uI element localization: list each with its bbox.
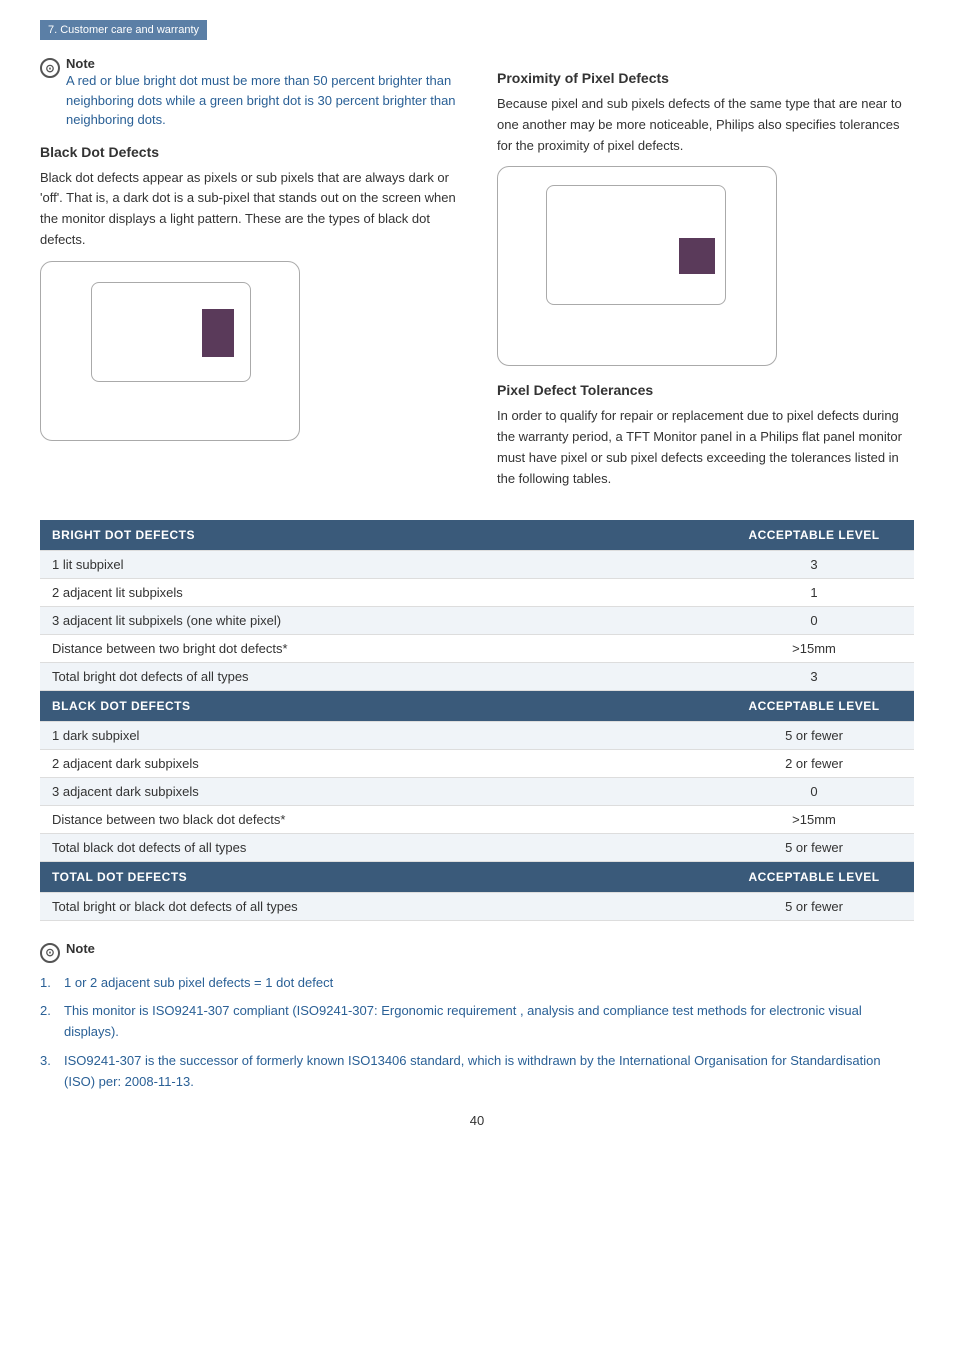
black-dot-header-row: BLACK DOT DEFECTS ACCEPTABLE LEVEL xyxy=(40,690,914,721)
black-row-4: Distance between two black dot defects* … xyxy=(40,805,914,833)
black-dot-body: Black dot defects appear as pixels or su… xyxy=(40,168,457,251)
bright-row-3-left: 3 adjacent lit subpixels (one white pixe… xyxy=(40,606,714,634)
bright-row-2: 2 adjacent lit subpixels 1 xyxy=(40,578,914,606)
black-row-1-right: 5 or fewer xyxy=(714,721,914,749)
note-list-item-3: 3. ISO9241-307 is the successor of forme… xyxy=(40,1051,914,1093)
note-top-text: A red or blue bright dot must be more th… xyxy=(66,73,456,127)
total-row-1: Total bright or black dot defects of all… xyxy=(40,892,914,920)
black-row-4-left: Distance between two black dot defects* xyxy=(40,805,714,833)
pixel-tolerances-heading: Pixel Defect Tolerances xyxy=(497,382,914,398)
bright-row-4-left: Distance between two bright dot defects* xyxy=(40,634,714,662)
left-diagram-box xyxy=(40,261,300,441)
note-bottom-list: 1. 1 or 2 adjacent sub pixel defects = 1… xyxy=(40,973,914,1093)
black-row-3-right: 0 xyxy=(714,777,914,805)
bright-dot-header-left: BRIGHT DOT DEFECTS xyxy=(40,520,714,551)
total-row-1-left: Total bright or black dot defects of all… xyxy=(40,892,714,920)
total-dot-header-left: TOTAL DOT DEFECTS xyxy=(40,861,714,892)
black-row-2-left: 2 adjacent dark subpixels xyxy=(40,749,714,777)
pixel-tolerances-body: In order to qualify for repair or replac… xyxy=(497,406,914,489)
two-column-layout: ⊙ Note A red or blue bright dot must be … xyxy=(40,56,914,500)
black-row-2-right: 2 or fewer xyxy=(714,749,914,777)
left-column: ⊙ Note A red or blue bright dot must be … xyxy=(40,56,457,500)
bright-row-5: Total bright dot defects of all types 3 xyxy=(40,662,914,690)
black-row-5-left: Total black dot defects of all types xyxy=(40,833,714,861)
note-item-3-num: 3. xyxy=(40,1051,51,1072)
bright-dot-header-row: BRIGHT DOT DEFECTS ACCEPTABLE LEVEL xyxy=(40,520,914,551)
note-item-2-text: This monitor is ISO9241-307 compliant (I… xyxy=(64,1003,862,1039)
total-dot-header-right: ACCEPTABLE LEVEL xyxy=(714,861,914,892)
left-dark-rect xyxy=(202,309,234,357)
note-item-2-num: 2. xyxy=(40,1001,51,1022)
right-diagram-box xyxy=(497,166,777,366)
bright-row-3-right: 0 xyxy=(714,606,914,634)
proximity-heading: Proximity of Pixel Defects xyxy=(497,70,914,86)
page-number: 40 xyxy=(40,1113,914,1128)
bright-row-1: 1 lit subpixel 3 xyxy=(40,550,914,578)
bright-dot-header-right: ACCEPTABLE LEVEL xyxy=(714,520,914,551)
bright-row-4-right: >15mm xyxy=(714,634,914,662)
bright-row-2-right: 1 xyxy=(714,578,914,606)
right-column: Proximity of Pixel Defects Because pixel… xyxy=(497,56,914,500)
note-bottom-label: Note xyxy=(66,941,95,956)
total-dot-header-row: TOTAL DOT DEFECTS ACCEPTABLE LEVEL xyxy=(40,861,914,892)
note-icon-top: ⊙ xyxy=(40,58,60,78)
note-top-content: Note A red or blue bright dot must be mo… xyxy=(66,56,457,130)
note-top-block: ⊙ Note A red or blue bright dot must be … xyxy=(40,56,457,130)
black-row-1-left: 1 dark subpixel xyxy=(40,721,714,749)
black-dot-header-left: BLACK DOT DEFECTS xyxy=(40,690,714,721)
bright-row-4: Distance between two bright dot defects*… xyxy=(40,634,914,662)
note-top-label: Note xyxy=(66,56,95,71)
note-bottom-block: ⊙ Note xyxy=(40,941,914,963)
bright-row-1-left: 1 lit subpixel xyxy=(40,550,714,578)
right-dark-rect xyxy=(679,238,715,274)
breadcrumb: 7. Customer care and warranty xyxy=(40,20,207,40)
total-row-1-right: 5 or fewer xyxy=(714,892,914,920)
left-diagram-inner xyxy=(91,282,251,382)
bright-row-5-right: 3 xyxy=(714,662,914,690)
defects-table: BRIGHT DOT DEFECTS ACCEPTABLE LEVEL 1 li… xyxy=(40,520,914,921)
note-list-item-1: 1. 1 or 2 adjacent sub pixel defects = 1… xyxy=(40,973,914,994)
bright-row-2-left: 2 adjacent lit subpixels xyxy=(40,578,714,606)
black-row-2: 2 adjacent dark subpixels 2 or fewer xyxy=(40,749,914,777)
bright-row-5-left: Total bright dot defects of all types xyxy=(40,662,714,690)
black-row-3-left: 3 adjacent dark subpixels xyxy=(40,777,714,805)
note-item-1-text: 1 or 2 adjacent sub pixel defects = 1 do… xyxy=(64,975,333,990)
black-row-3: 3 adjacent dark subpixels 0 xyxy=(40,777,914,805)
note-list-item-2: 2. This monitor is ISO9241-307 compliant… xyxy=(40,1001,914,1043)
black-row-4-right: >15mm xyxy=(714,805,914,833)
note-item-3-text: ISO9241-307 is the successor of formerly… xyxy=(64,1053,881,1089)
black-row-5: Total black dot defects of all types 5 o… xyxy=(40,833,914,861)
black-row-5-right: 5 or fewer xyxy=(714,833,914,861)
right-diagram-inner xyxy=(546,185,726,305)
note-icon-bottom: ⊙ xyxy=(40,943,60,963)
black-row-1: 1 dark subpixel 5 or fewer xyxy=(40,721,914,749)
page-wrapper: 7. Customer care and warranty ⊙ Note A r… xyxy=(0,0,954,1354)
bright-row-3: 3 adjacent lit subpixels (one white pixe… xyxy=(40,606,914,634)
black-dot-header-right: ACCEPTABLE LEVEL xyxy=(714,690,914,721)
note-bottom-content: Note xyxy=(66,941,95,956)
black-dot-heading: Black Dot Defects xyxy=(40,144,457,160)
proximity-body: Because pixel and sub pixels defects of … xyxy=(497,94,914,156)
bright-row-1-right: 3 xyxy=(714,550,914,578)
note-item-1-num: 1. xyxy=(40,973,51,994)
